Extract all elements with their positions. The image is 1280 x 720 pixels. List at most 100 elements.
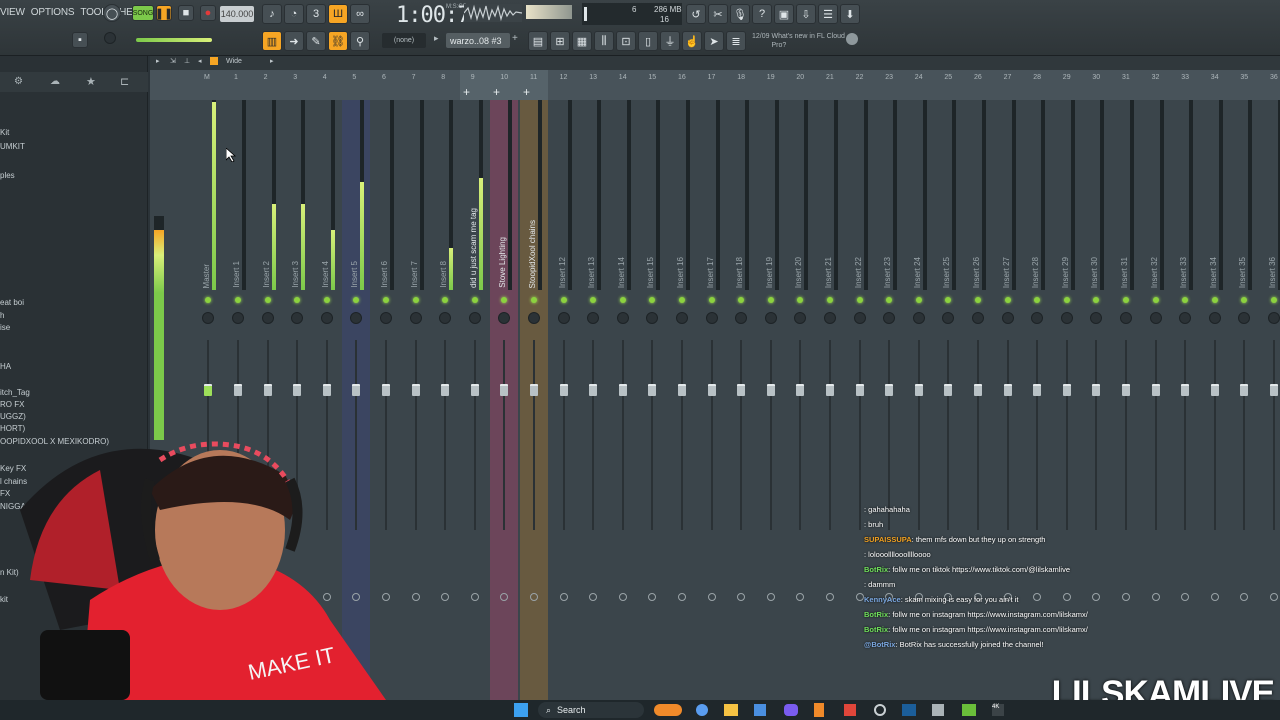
add-insert-icon[interactable]: + [493,85,500,99]
plug-button[interactable]: ⏚ [660,31,680,51]
channel-active-led[interactable] [738,297,745,303]
steam-icon[interactable] [902,704,916,716]
insert-strip[interactable]: 11 StoopidXool chains [520,74,548,720]
channel-active-led[interactable] [471,297,478,303]
pan-knob[interactable] [528,312,540,324]
send-knob[interactable] [766,593,775,601]
pan-knob[interactable] [1149,312,1162,324]
discord-icon[interactable] [784,704,798,716]
channel-active-led[interactable] [945,297,952,303]
volume-fader[interactable] [1240,384,1249,396]
volume-fader[interactable] [1210,384,1219,396]
volume-fader[interactable] [530,384,538,396]
widget-icon[interactable] [654,704,682,716]
send-knob[interactable] [1270,593,1278,601]
send-knob[interactable] [648,593,657,601]
insert-strip[interactable]: 9 did u just scam me tag [461,74,489,720]
piano-roll-button[interactable]: ▥ [262,31,282,51]
volume-fader[interactable] [737,384,746,396]
menu-options[interactable]: OPTIONS [31,7,75,18]
volume-fader[interactable] [411,384,420,396]
volume-fader[interactable] [559,384,568,396]
channel-active-led[interactable] [708,297,715,303]
pan-knob[interactable] [1268,312,1280,324]
metronome-button[interactable]: ♪ [262,4,282,24]
fl-studio-icon[interactable] [814,703,824,717]
pan-knob[interactable] [1179,312,1192,324]
draw-tool-button[interactable]: ✎ [306,31,326,51]
send-knob[interactable] [1151,593,1160,601]
menu-view[interactable]: VIEW [0,7,25,18]
volume-fader[interactable] [1092,384,1101,396]
mixer-wrap-icon[interactable]: ⇲ [170,57,176,65]
pan-knob[interactable] [320,312,333,324]
volume-fader[interactable] [470,384,479,396]
send-knob[interactable] [737,593,746,601]
channel-rack-button[interactable]: ⊞ [550,31,570,51]
browser-button[interactable]: ▯ [638,31,658,51]
main-pitch-slider[interactable] [136,38,212,42]
browser-item[interactable]: UMKIT [0,142,25,151]
lock-button[interactable]: ▪ [72,32,88,48]
channel-active-led[interactable] [442,297,449,303]
tempo-display[interactable]: 140.000 [220,6,254,22]
send-knob[interactable] [411,593,420,601]
channel-active-led[interactable] [353,297,360,303]
send-knob[interactable] [441,593,450,601]
channel-active-led[interactable] [1271,297,1277,303]
pan-knob[interactable] [824,312,836,324]
pan-knob[interactable] [468,312,481,324]
channel-active-led[interactable] [235,297,241,303]
add-insert-icon[interactable]: + [523,85,530,99]
app-icon[interactable] [962,704,976,716]
render-button[interactable]: ⇩ [796,4,816,24]
brave-icon[interactable] [844,704,856,716]
mixer-button[interactable]: ⫼ [594,31,614,51]
pan-knob[interactable] [794,312,807,324]
volume-fader[interactable] [826,384,834,396]
pan-knob[interactable] [557,312,570,324]
insert-strip[interactable]: 32 Insert 32 [1142,74,1170,720]
volume-fader[interactable] [1062,384,1071,396]
prev-pattern-button[interactable]: ▸ [434,33,439,44]
volume-fader[interactable] [914,384,923,396]
channel-active-led[interactable] [619,297,626,303]
pause-button[interactable]: ❚❚ [155,5,173,21]
cloud-icon[interactable]: ☁ [50,76,60,87]
master-volume-slider[interactable] [526,5,572,19]
send-knob[interactable] [707,593,716,601]
news-button[interactable]: ≣ [726,31,746,51]
insert-strip[interactable]: 15 Insert 15 [638,74,666,720]
insert-strip[interactable]: 20 Insert 20 [786,74,814,720]
volume-fader[interactable] [855,384,864,396]
mixer-layout-icon[interactable] [210,57,218,65]
insert-strip[interactable]: 16 Insert 16 [668,74,696,720]
pattern-selector[interactable]: warzo..08 #3 [446,33,510,48]
pan-knob[interactable] [409,312,422,324]
volume-fader[interactable] [234,384,242,396]
volume-fader[interactable] [1033,384,1042,396]
channel-active-led[interactable] [679,297,685,303]
browser-item[interactable]: ise [0,323,10,332]
volume-fader[interactable] [322,384,331,396]
pan-knob[interactable] [202,312,214,324]
browser-item[interactable]: HA [0,362,11,371]
mic-button[interactable]: 🎙 [730,4,750,24]
channel-active-led[interactable] [767,297,774,303]
pan-knob[interactable] [616,312,629,324]
gear-icon[interactable]: ⚙ [14,76,23,87]
pan-knob[interactable] [350,312,363,324]
pan-knob[interactable] [1031,312,1044,324]
volume-fader[interactable] [974,384,982,396]
taskbar-search[interactable]: ⌕ Search [538,702,644,718]
volume-fader[interactable] [500,384,509,396]
channel-active-led[interactable] [531,297,537,303]
volume-fader[interactable] [796,384,805,396]
pan-knob[interactable] [853,312,866,324]
pan-knob[interactable] [587,312,600,324]
pan-knob[interactable] [942,312,955,324]
news-panel[interactable]: 12/09 What's new in FL Cloud Pro? [752,32,849,50]
preset-selector[interactable]: (none) [382,33,426,48]
volume-fader[interactable] [263,384,272,396]
channel-active-led[interactable] [1063,297,1070,303]
